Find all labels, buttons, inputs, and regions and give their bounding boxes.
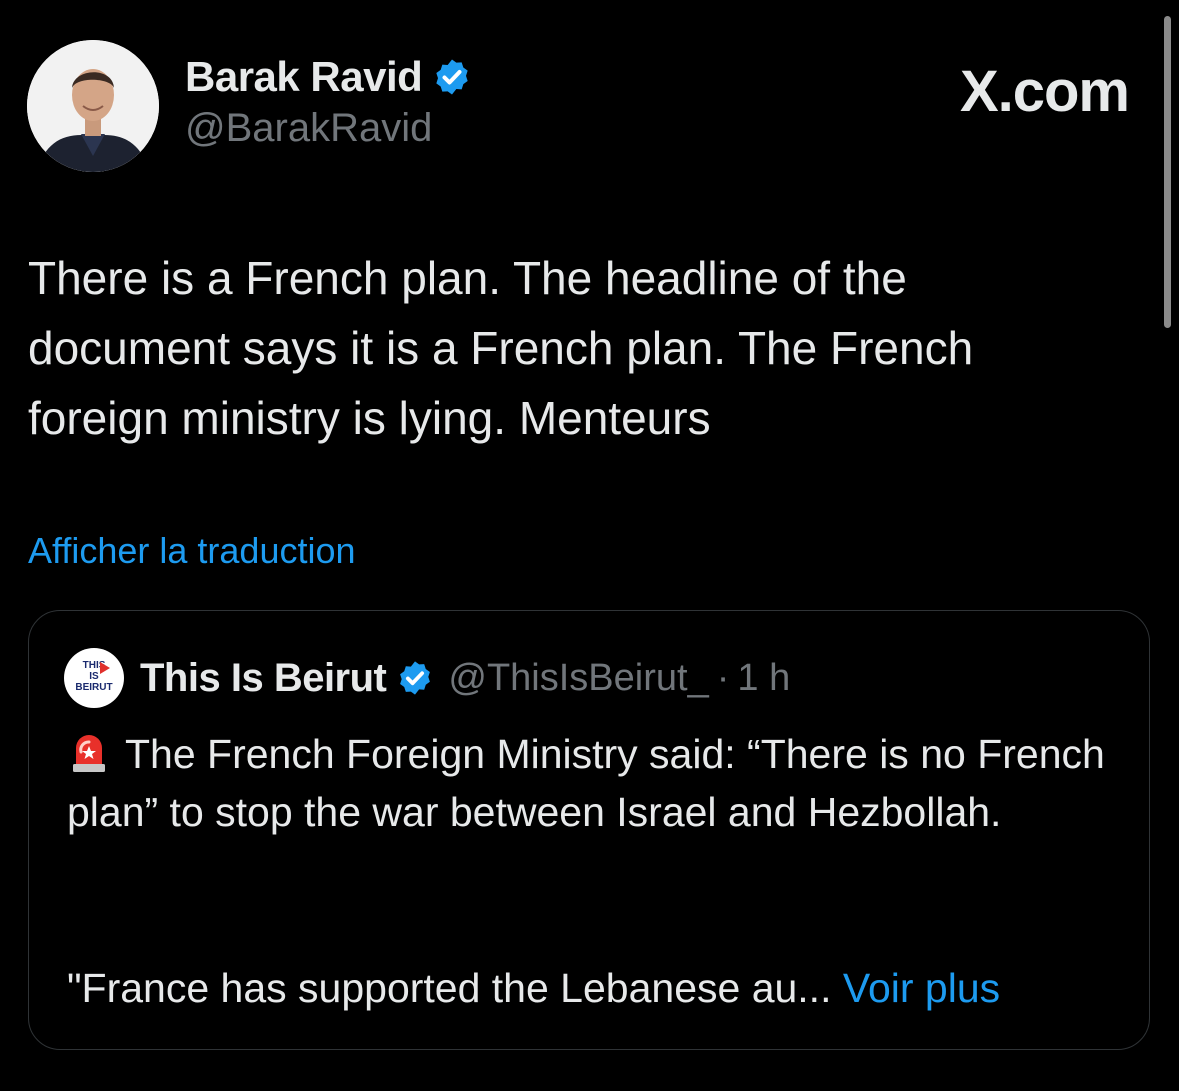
brand-logo: X.com bbox=[959, 59, 1130, 124]
tweet-text: There is a French plan. The headline of … bbox=[28, 252, 974, 444]
quoted-tweet-body: The French Foreign Ministry said: “There… bbox=[67, 731, 1105, 835]
author-name-row: Barak Ravid bbox=[185, 52, 472, 102]
quoted-author-handle[interactable]: @ThisIsBeirut_ bbox=[448, 657, 708, 700]
author-name[interactable]: Barak Ravid bbox=[185, 53, 423, 101]
quoted-tweet-header: THIS IS BEIRUT This Is Beirut @ThisIsBei… bbox=[64, 648, 790, 708]
quoted-tweet-card[interactable]: THIS IS BEIRUT This Is Beirut @ThisIsBei… bbox=[28, 610, 1150, 1050]
verified-badge-icon bbox=[436, 59, 468, 95]
author-avatar[interactable] bbox=[27, 40, 159, 172]
verified-badge-icon bbox=[400, 661, 431, 695]
play-triangle-icon bbox=[100, 662, 110, 674]
rotating-light-icon bbox=[73, 735, 105, 772]
quoted-tweet-text: The French Foreign Ministry said: “There… bbox=[67, 725, 1127, 841]
show-more-link[interactable]: Voir plus bbox=[843, 965, 1000, 1011]
quoted-tweet-excerpt-row: "France has supported the Lebanese au...… bbox=[67, 959, 1127, 1017]
author-handle[interactable]: @BarakRavid bbox=[185, 106, 432, 151]
scrollbar[interactable] bbox=[1164, 16, 1171, 328]
quoted-tweet-excerpt: "France has supported the Lebanese au... bbox=[67, 965, 832, 1011]
quoted-author-name[interactable]: This Is Beirut bbox=[140, 656, 387, 701]
quoted-timestamp[interactable]: 1 h bbox=[737, 657, 790, 700]
quoted-author-avatar[interactable]: THIS IS BEIRUT bbox=[64, 648, 124, 708]
profile-photo-icon bbox=[27, 40, 159, 172]
show-translation-link[interactable]: Afficher la traduction bbox=[28, 530, 356, 572]
separator-dot: · bbox=[716, 656, 730, 699]
